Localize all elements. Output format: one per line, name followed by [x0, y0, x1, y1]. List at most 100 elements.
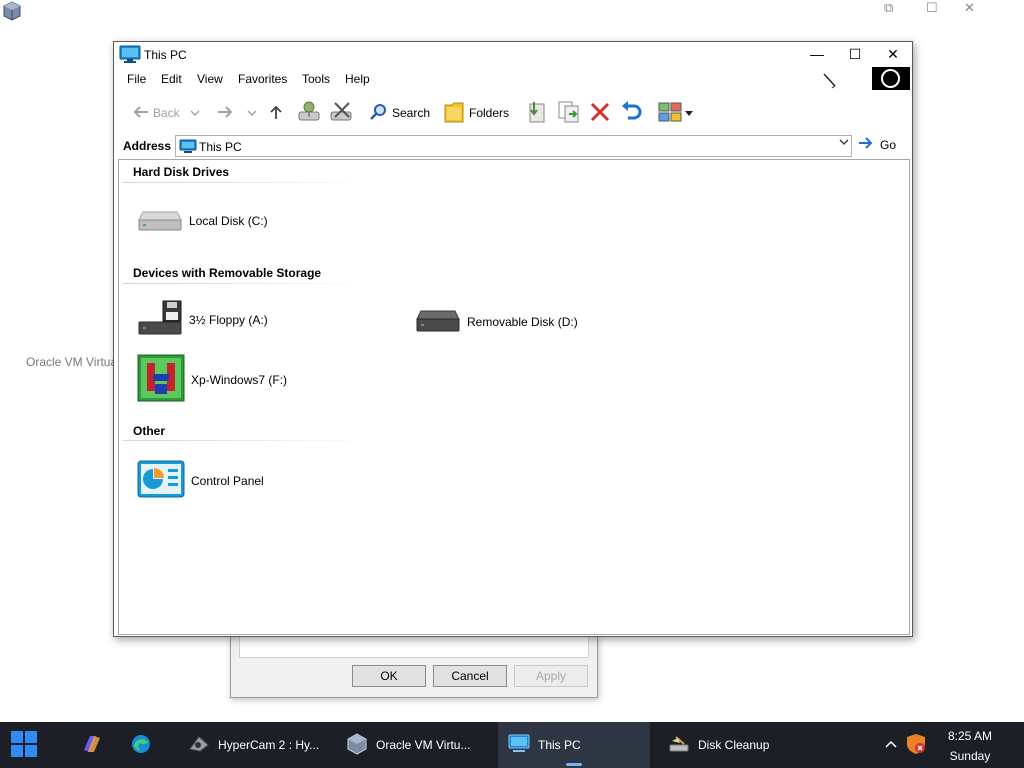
back-label: Back — [153, 106, 180, 120]
removable-drive-icon — [415, 307, 461, 336]
drive-item-removable-disk-d[interactable]: Removable Disk (D:) — [415, 307, 578, 336]
folders-label: Folders — [469, 106, 510, 120]
security-tray-button[interactable] — [905, 722, 927, 768]
mouse-cursor-icon — [822, 72, 838, 93]
delete-x-icon — [589, 101, 611, 126]
maximize-button[interactable]: ☐ — [838, 43, 872, 65]
disconnect-drive-button[interactable] — [329, 100, 355, 126]
address-value: This PC — [199, 140, 242, 154]
copy-to-button[interactable] — [557, 100, 581, 126]
explorer-window: This PC — ☐ ✕ File Edit View Favorites T… — [113, 41, 913, 637]
taskbar-item-hypercam[interactable]: HyperCam 2 : Hy... — [180, 722, 326, 768]
disk-cleanup-icon — [668, 735, 690, 756]
security-shield-icon — [905, 733, 927, 758]
address-input[interactable]: This PC — [175, 135, 852, 157]
windows-throbber-logo — [872, 67, 910, 90]
views-dropdown-icon — [685, 106, 693, 120]
back-dropdown-icon[interactable] — [190, 106, 200, 120]
drive-item-xp-windows7-f[interactable]: Xp-Windows7 (F:) — [137, 354, 287, 405]
delete-button[interactable] — [589, 100, 611, 126]
go-label: Go — [880, 137, 897, 152]
taskbar-label: HyperCam 2 : Hy... — [218, 738, 320, 752]
computer-icon — [119, 45, 141, 67]
window-title: This PC — [144, 48, 187, 62]
background-restore-button[interactable]: ⧉ — [884, 0, 893, 16]
drive-label: Local Disk (C:) — [189, 213, 268, 228]
drive-item-floppy-a[interactable]: 3½ Floppy (A:) — [137, 300, 268, 339]
close-button[interactable]: ✕ — [876, 43, 910, 65]
drive-label: Xp-Windows7 (F:) — [191, 372, 288, 387]
minimize-button[interactable]: — — [800, 43, 834, 65]
computer-icon — [508, 734, 530, 756]
menu-help[interactable]: Help — [345, 72, 370, 86]
move-to-icon — [526, 100, 548, 127]
taskbar-item-disk-cleanup[interactable]: Disk Cleanup — [660, 722, 806, 768]
address-bar: Address This PC Go — [114, 134, 912, 158]
show-hidden-icons-button[interactable] — [884, 722, 898, 768]
cancel-button[interactable]: Cancel — [433, 665, 507, 687]
clock-time: 8:25 AM — [947, 729, 992, 743]
floppy-drive-icon — [137, 300, 183, 339]
taskbar-item-this-pc[interactable]: This PC — [498, 722, 650, 768]
undo-icon — [620, 100, 642, 127]
menu-favorites[interactable]: Favorites — [238, 72, 287, 86]
menu-view[interactable]: View — [197, 72, 223, 86]
menu-tools[interactable]: Tools — [302, 72, 330, 86]
views-icon — [658, 101, 684, 126]
disconnect-network-drive-icon — [329, 100, 355, 127]
system-clock[interactable]: 8:25 AM Sunday — [948, 726, 992, 766]
back-button[interactable]: Back — [131, 100, 200, 126]
virtualbox-icon — [346, 732, 368, 758]
taskbar-label: Disk Cleanup — [698, 738, 770, 752]
copy-to-icon — [557, 100, 581, 127]
taskbar-item-oracle-vm[interactable]: Oracle VM Virtu... — [338, 722, 488, 768]
drive-item-local-disk-c[interactable]: Local Disk (C:) — [137, 206, 268, 235]
up-button[interactable] — [269, 100, 283, 126]
forward-arrow-icon — [217, 105, 235, 122]
edge-browser-icon — [130, 733, 152, 758]
hard-drive-icon — [137, 206, 183, 235]
item-label: Control Panel — [191, 473, 264, 488]
hypercam-icon — [188, 735, 210, 756]
undo-button[interactable] — [620, 100, 642, 126]
go-arrow-icon — [858, 137, 874, 152]
virtualbox-logo-icon — [2, 1, 22, 24]
start-button[interactable] — [10, 722, 38, 768]
folder-icon — [443, 100, 465, 127]
group-title-other: Other — [133, 424, 166, 438]
background-maximize-button[interactable]: ☐ — [926, 0, 938, 16]
up-arrow-icon — [269, 104, 283, 123]
group-divider — [123, 440, 373, 441]
edge-button[interactable] — [130, 722, 152, 768]
map-drive-button[interactable] — [297, 100, 323, 126]
background-close-button[interactable]: ✕ — [964, 0, 975, 16]
ok-button[interactable]: OK — [352, 665, 426, 687]
move-to-button[interactable] — [526, 100, 548, 126]
search-icon — [370, 103, 388, 124]
forward-dropdown-icon[interactable] — [247, 106, 257, 120]
disk-cleanup-dialog: OK Cancel Apply — [230, 636, 598, 698]
go-button[interactable]: Go — [858, 137, 896, 152]
group-divider — [123, 283, 373, 284]
custom-drive-h-icon — [137, 354, 185, 405]
address-label: Address — [123, 139, 172, 153]
search-button[interactable]: Search — [370, 100, 430, 126]
search-label: Search — [392, 106, 431, 120]
background-app-label: Oracle VM Virtua — [26, 355, 114, 369]
file-view: Hard Disk Drives Local Disk (C:) Devices… — [118, 159, 910, 635]
control-panel-icon — [137, 460, 185, 501]
back-arrow-icon — [131, 105, 149, 122]
clock-day: Sunday — [949, 749, 991, 763]
views-button[interactable] — [658, 100, 693, 126]
group-divider — [123, 182, 373, 183]
menu-edit[interactable]: Edit — [161, 72, 182, 86]
drive-label: 3½ Floppy (A:) — [189, 312, 268, 327]
menu-file[interactable]: File — [127, 72, 146, 86]
copilot-button[interactable] — [80, 722, 104, 768]
folders-button[interactable]: Folders — [443, 100, 509, 126]
title-bar[interactable]: This PC — ☐ ✕ — [114, 42, 912, 68]
item-control-panel[interactable]: Control Panel — [137, 460, 264, 501]
forward-button[interactable] — [217, 100, 257, 126]
apply-button[interactable]: Apply — [514, 665, 588, 687]
address-dropdown-icon[interactable] — [839, 138, 849, 149]
